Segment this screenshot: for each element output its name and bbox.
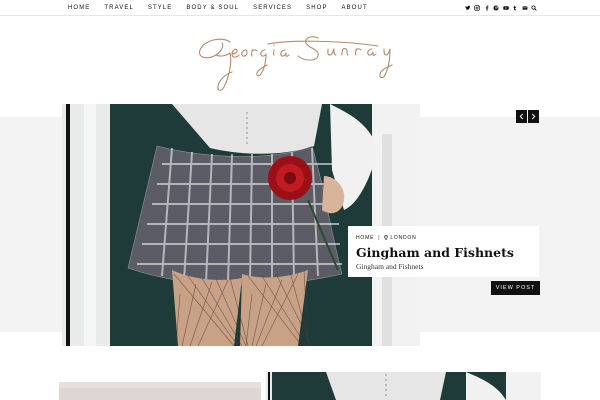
instagram-icon[interactable] bbox=[473, 4, 481, 12]
nav-item-about[interactable]: ABOUT bbox=[342, 5, 368, 11]
post-thumbnail[interactable] bbox=[59, 382, 261, 400]
nav-item-travel[interactable]: TRAVEL bbox=[104, 5, 134, 11]
post-category-link[interactable]: HOME bbox=[356, 235, 374, 241]
email-icon[interactable] bbox=[521, 4, 529, 12]
facebook-icon[interactable] bbox=[483, 4, 491, 12]
social-links bbox=[462, 0, 538, 16]
nav-item-services[interactable]: SERVICES bbox=[253, 5, 292, 11]
top-navigation-bar: HOME TRAVEL STYLE BODY & SOUL SERVICES S… bbox=[0, 0, 600, 16]
location-pin-icon bbox=[384, 235, 389, 240]
next-slide-button[interactable] bbox=[528, 110, 539, 123]
chevron-left-icon bbox=[519, 113, 524, 120]
post-location-link[interactable]: LONDON bbox=[390, 235, 416, 241]
post-thumbnail[interactable] bbox=[266, 372, 541, 400]
tumblr-icon[interactable] bbox=[511, 4, 519, 12]
site-logo[interactable] bbox=[190, 28, 415, 94]
post-meta: HOME | LONDON bbox=[356, 234, 531, 241]
twitter-icon[interactable] bbox=[464, 4, 472, 12]
pinterest-icon[interactable] bbox=[492, 4, 500, 12]
previous-slide-button[interactable] bbox=[516, 110, 527, 123]
nav-item-body-and-soul[interactable]: BODY & SOUL bbox=[186, 5, 239, 11]
post-excerpt: Gingham and Fishnets bbox=[356, 262, 424, 271]
main-menu: HOME TRAVEL STYLE BODY & SOUL SERVICES S… bbox=[68, 0, 382, 16]
nav-item-home[interactable]: HOME bbox=[68, 5, 90, 11]
featured-post-card: HOME | LONDON Gingham and Fishnets Gingh… bbox=[348, 226, 539, 277]
nav-item-style[interactable]: STYLE bbox=[148, 5, 173, 11]
post-title[interactable]: Gingham and Fishnets bbox=[356, 245, 531, 260]
meta-separator: | bbox=[378, 234, 381, 241]
nav-item-shop[interactable]: SHOP bbox=[306, 5, 327, 11]
youtube-icon[interactable] bbox=[502, 4, 510, 12]
featured-post-image[interactable] bbox=[62, 104, 420, 346]
slider-arrows bbox=[516, 110, 540, 123]
chevron-right-icon bbox=[531, 113, 536, 120]
search-icon[interactable] bbox=[530, 4, 538, 12]
view-post-button[interactable]: VIEW POST bbox=[491, 281, 540, 295]
